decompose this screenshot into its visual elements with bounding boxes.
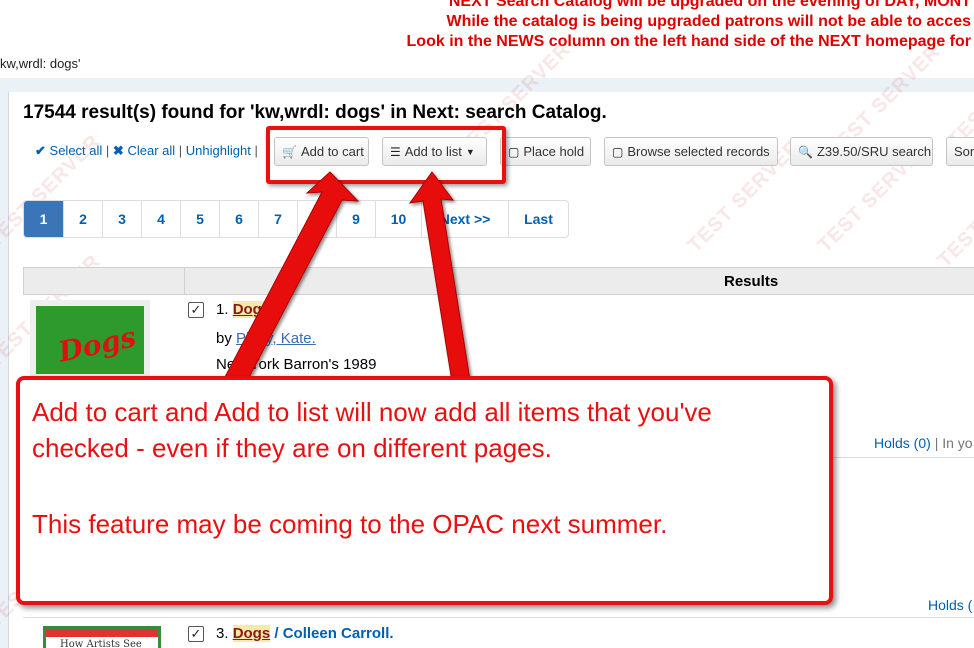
annotation-line: This feature may be coming to the OPAC n… — [32, 509, 668, 539]
annotation-line: checked - even if they are on different … — [32, 433, 552, 463]
annotation-line: Add to cart and Add to list will now add… — [32, 397, 712, 427]
annotation-callout: Add to cart and Add to list will now add… — [16, 376, 833, 605]
arrow-to-add-to-cart — [224, 171, 360, 386]
arrow-to-add-to-list — [408, 171, 471, 383]
